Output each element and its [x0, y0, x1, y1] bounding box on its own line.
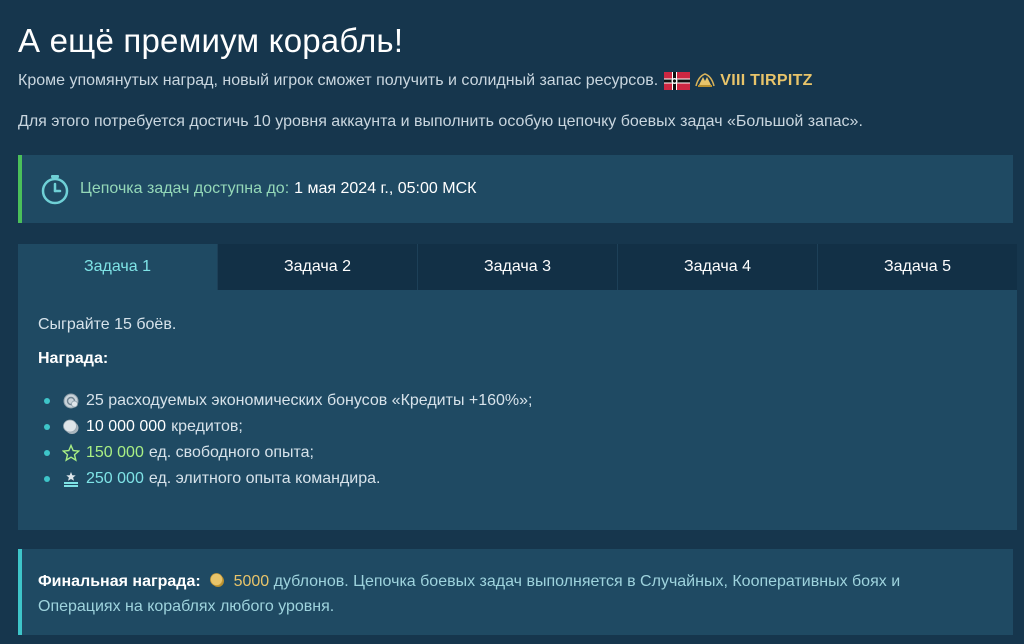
final-reward-label: Финальная награда: — [38, 573, 201, 590]
tab-task-4[interactable]: Задача 4 — [618, 244, 818, 290]
list-item: 10 000 000 кредитов; — [38, 414, 997, 440]
bullet-icon — [44, 476, 50, 482]
intro-line-1: Кроме упомянутых наград, новый игрок смо… — [18, 72, 813, 90]
bullet-icon — [44, 450, 50, 456]
commander-xp-icon — [64, 472, 78, 487]
list-item: 25 расходуемых экономических бонусов «Кр… — [38, 388, 997, 414]
tab-task-1[interactable]: Задача 1 — [18, 244, 218, 290]
intro-text: Кроме упомянутых наград, новый игрок смо… — [18, 72, 659, 89]
intro-line-2: Для этого потребуется достичь 10 уровня … — [18, 113, 863, 130]
final-reward-text-1: Цепочка боевых задач выполняется в Случа… — [353, 573, 901, 590]
germany-navy-flag-icon — [664, 72, 691, 90]
stopwatch-icon — [41, 175, 69, 205]
credits-icon — [63, 419, 79, 434]
timer-value: 1 мая 2024 г., 05:00 МСК — [294, 180, 477, 197]
reward-heading: Награда: — [38, 350, 109, 367]
reward-list: 25 расходуемых экономических бонусов «Кр… — [38, 388, 997, 492]
task-description: Сыграйте 15 боёв. — [38, 316, 177, 333]
list-item: 250 000 ед. элитного опыта командира. — [38, 466, 997, 492]
bullet-icon — [44, 398, 50, 404]
economic-bonus-icon — [63, 393, 79, 409]
page-title: А ещё премиум корабль! — [18, 22, 404, 59]
tab-task-2[interactable]: Задача 2 — [218, 244, 418, 290]
reward-text: кредитов; — [171, 418, 243, 435]
reward-text: 25 расходуемых экономических бонусов «Кр… — [86, 392, 533, 409]
final-reward-box: Финальная награда: 5000 дублонов. Цепочк… — [18, 549, 1013, 635]
timer-label: Цепочка задач доступна до: — [80, 180, 290, 197]
reward-text: ед. свободного опыта; — [148, 444, 314, 461]
final-reward-text-2: Операциях на кораблях любого уровня. — [38, 598, 335, 615]
free-xp-star-icon — [62, 444, 80, 462]
premium-ship-badge-icon — [695, 73, 715, 87]
final-reward-amount: 5000 — [233, 573, 270, 590]
reward-amount: 10 000 000 — [86, 418, 167, 435]
doubloons-icon — [210, 573, 225, 587]
tab-task-3[interactable]: Задача 3 — [418, 244, 618, 290]
bullet-icon — [44, 424, 50, 430]
reward-text: ед. элитного опыта командира. — [148, 470, 381, 487]
timer-box: Цепочка задач доступна до: 1 мая 2024 г.… — [18, 155, 1013, 223]
tab-task-5[interactable]: Задача 5 — [818, 244, 1017, 290]
reward-amount: 250 000 — [86, 470, 144, 487]
reward-amount: 150 000 — [86, 444, 144, 461]
list-item: 150 000 ед. свободного опыта; — [38, 440, 997, 466]
ship-name[interactable]: VIII TIRPITZ — [720, 72, 813, 90]
task-tabs: Задача 1 Задача 2 Задача 3 Задача 4 Зада… — [18, 244, 1017, 290]
final-reward-currency: дублонов. — [273, 573, 349, 590]
task-panel: Сыграйте 15 боёв. Награда: 25 расходуемы… — [18, 290, 1017, 530]
